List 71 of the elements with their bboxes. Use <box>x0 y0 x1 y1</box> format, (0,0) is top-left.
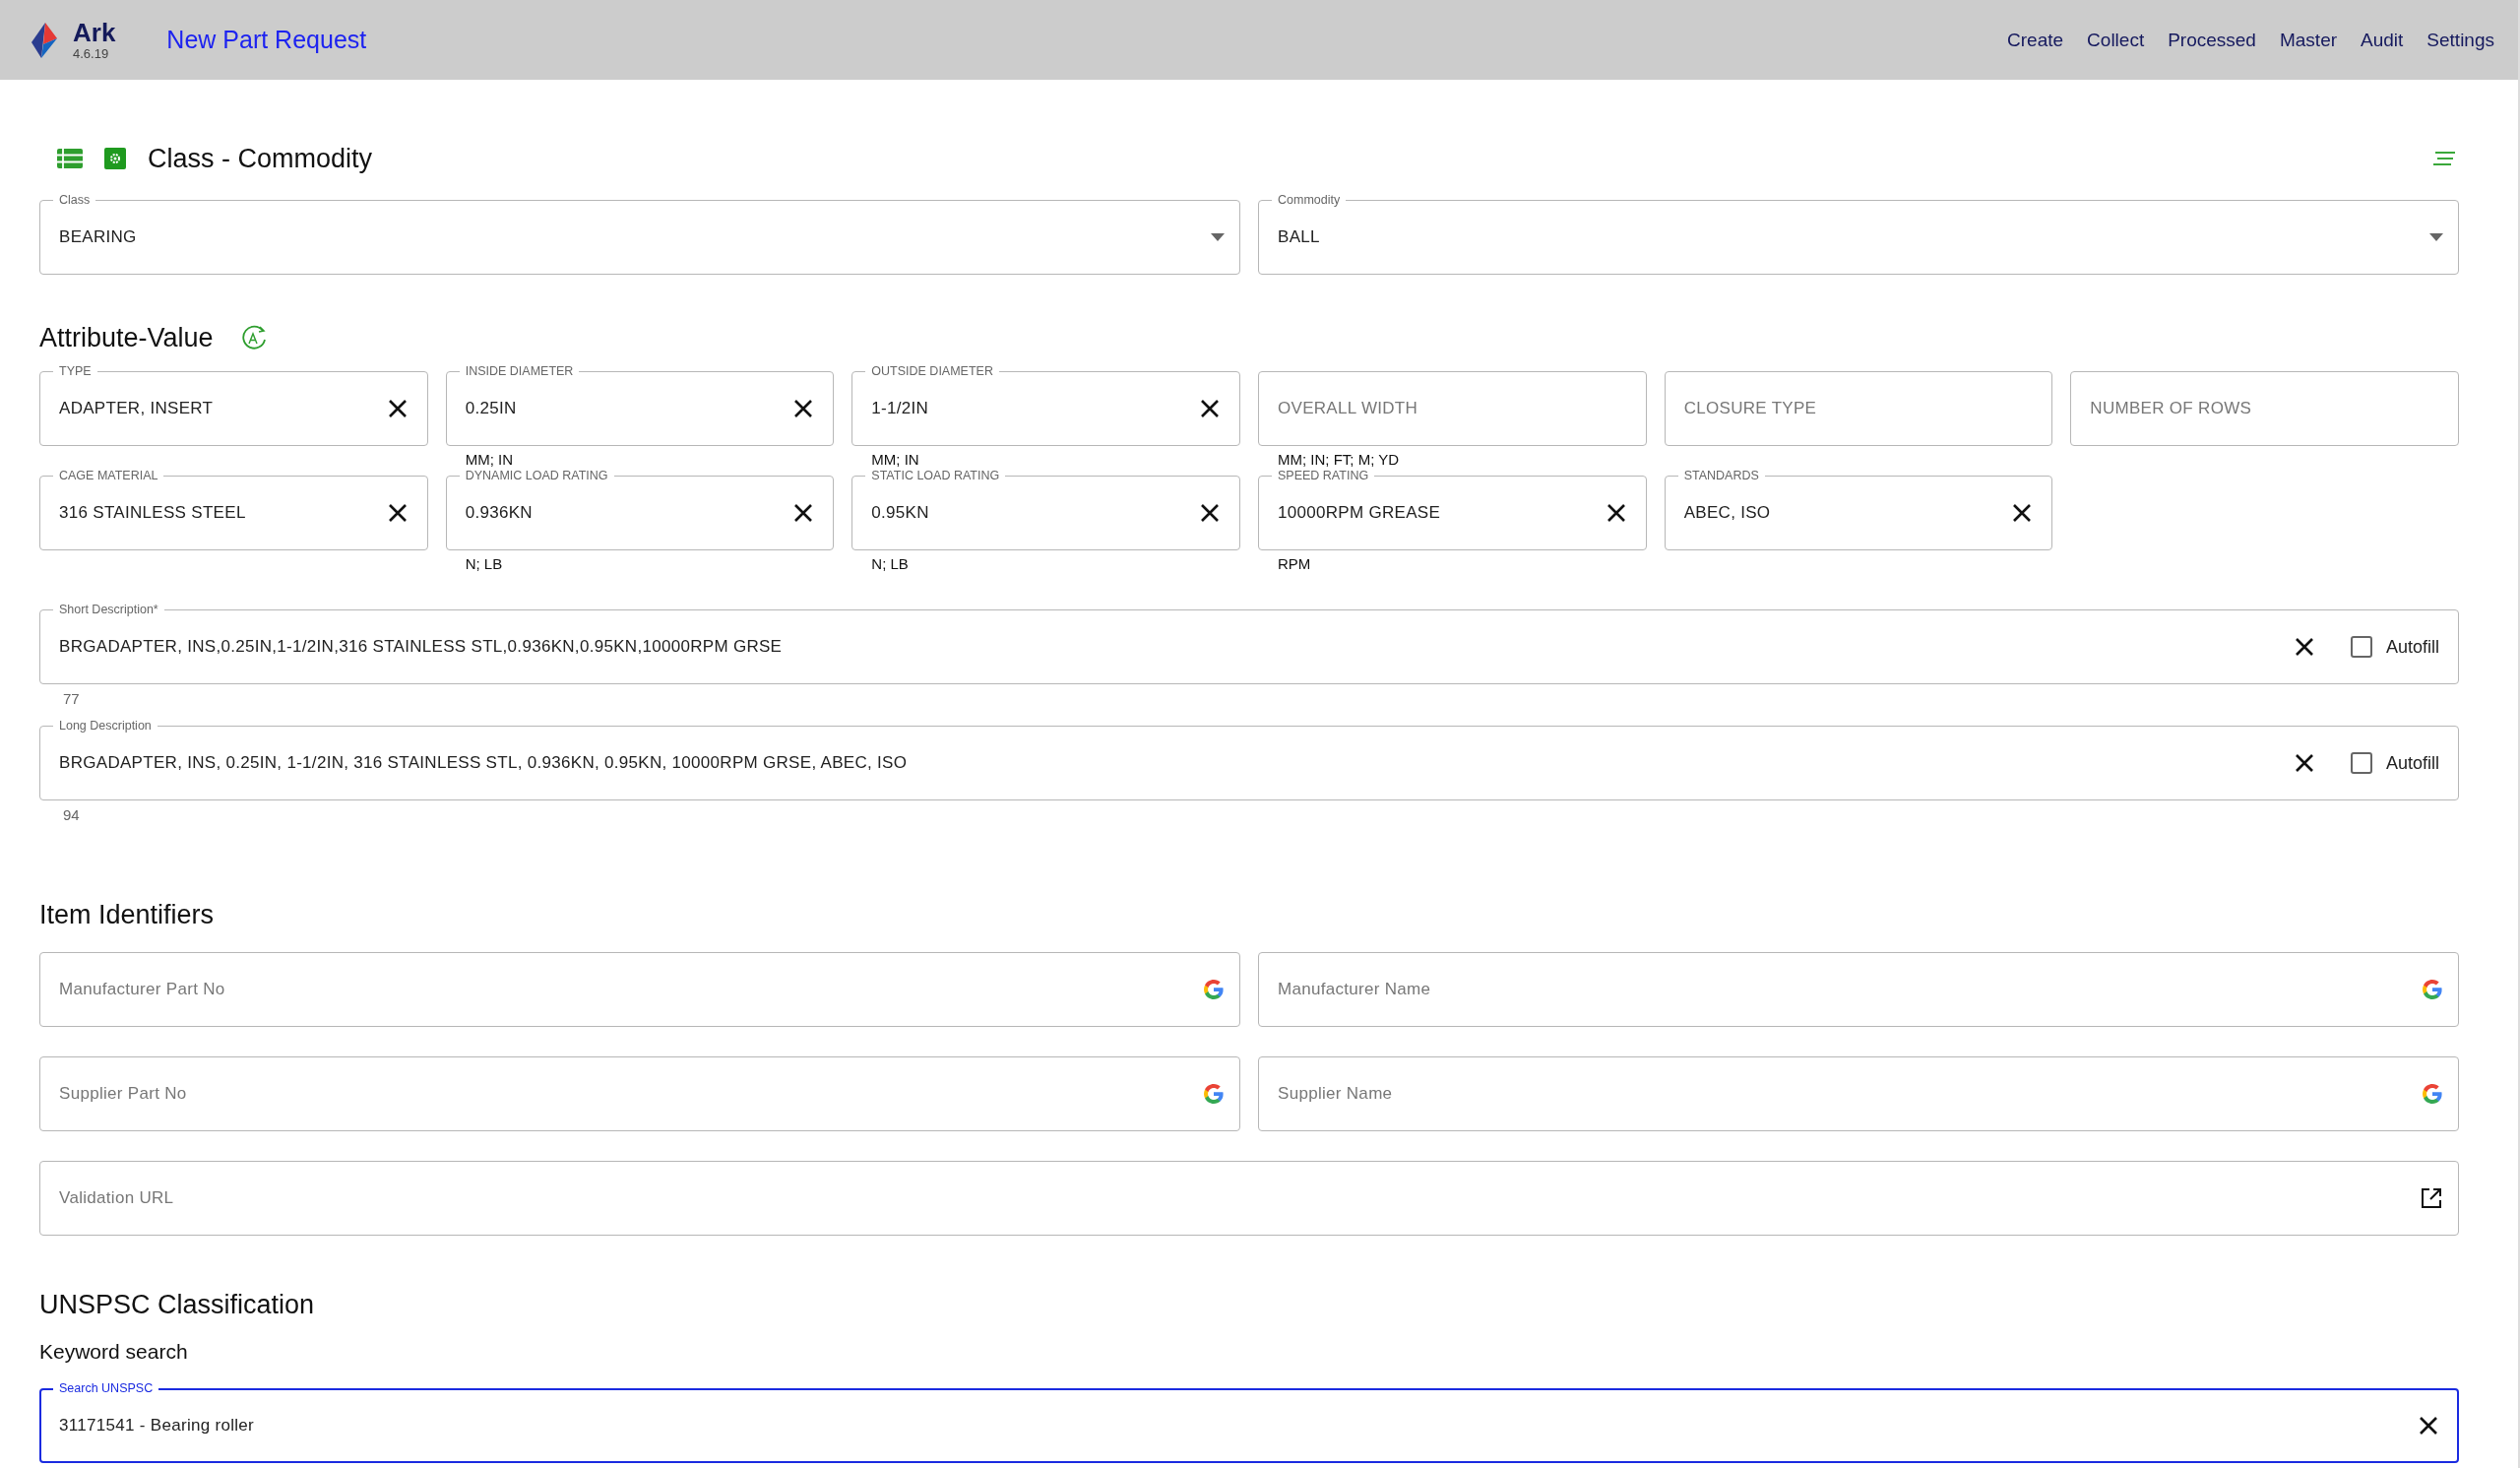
app-name: Ark <box>73 20 116 45</box>
unit-hint: MM; IN; FT; M; YD <box>1278 451 1400 468</box>
dropdown-arrow-icon[interactable] <box>1211 233 1225 241</box>
google-g-icon[interactable] <box>2422 1083 2443 1105</box>
section-title: Item Identifiers <box>39 899 215 930</box>
close-icon[interactable] <box>1605 502 1627 524</box>
input-field[interactable]: NUMBER OF ROWS <box>2070 362 2459 446</box>
section-title: Class - Commodity <box>148 143 373 174</box>
google-g-icon[interactable] <box>1203 1083 1225 1105</box>
input-field[interactable]: Commodity BALL <box>1258 191 2459 275</box>
checkbox[interactable] <box>2350 752 2372 774</box>
input-field[interactable]: DYNAMIC LOAD RATING 0.936KN <box>445 467 835 550</box>
external-link-icon[interactable] <box>2420 1186 2443 1210</box>
input-field[interactable]: Supplier Part No <box>39 1048 1240 1131</box>
app-version: 4.6.19 <box>73 47 110 60</box>
nav-link[interactable]: Create <box>2007 25 2064 55</box>
unit-hint: RPM <box>1278 555 1311 572</box>
input-field[interactable]: Long Description BRGADAPTER, INS, 0.25IN, 1-1/2IN, 316 STAINLESS STL, 0.936KN, 0.95KN, 10000RPM GRSE, ABEC, ISO Autofill <box>39 717 2459 800</box>
google-g-icon[interactable] <box>2422 979 2443 1000</box>
unit-hint: N; LB <box>871 555 909 572</box>
close-icon[interactable] <box>386 398 409 419</box>
autofill-checkbox[interactable]: Autofill <box>2346 748 2443 778</box>
field-label: Long Description <box>53 718 158 734</box>
input-field[interactable]: Supplier Name <box>1258 1048 2459 1131</box>
checkbox[interactable] <box>2350 636 2372 658</box>
close-icon[interactable] <box>792 398 815 419</box>
unit-hint: MM; IN <box>465 451 513 468</box>
close-icon[interactable] <box>1199 502 1221 524</box>
settings-icon[interactable] <box>104 148 126 169</box>
input-field[interactable]: INSIDE DIAMETER 0.25IN <box>445 362 835 446</box>
input-field[interactable]: Validation URL <box>39 1152 2459 1236</box>
menu-icon[interactable] <box>2433 152 2455 165</box>
input-field[interactable]: SPEED RATING 10000RPM GREASE <box>1258 467 1647 550</box>
google-g-icon[interactable] <box>1203 979 1225 1000</box>
input-field[interactable]: STANDARDS ABEC, ISO <box>1664 467 2053 550</box>
input-field[interactable]: CLOSURE TYPE <box>1664 362 2053 446</box>
section-title: UNSPSC Classification <box>39 1289 315 1320</box>
field-label: Commodity <box>1272 192 1347 208</box>
input-field[interactable]: TYPE ADAPTER, INSERT <box>39 362 428 446</box>
close-icon[interactable] <box>2293 752 2315 774</box>
input-field[interactable]: OUTSIDE DIAMETER 1-1/2IN <box>851 362 1240 446</box>
input-field[interactable]: OVERALL WIDTH <box>1258 362 1647 446</box>
input-field[interactable]: STATIC LOAD RATING 0.95KN <box>851 467 1240 550</box>
close-icon[interactable] <box>792 502 815 524</box>
close-icon[interactable] <box>386 502 409 524</box>
section-title: Attribute-Value <box>39 322 214 353</box>
unit-hint: MM; IN <box>871 451 919 468</box>
subsection-title: Keyword search <box>39 1340 189 1364</box>
close-icon[interactable] <box>2418 1415 2439 1436</box>
close-icon[interactable] <box>2011 502 2034 524</box>
input-field[interactable]: Manufacturer Part No <box>39 943 1240 1027</box>
nav-link[interactable]: Collect <box>2087 25 2145 55</box>
input-field[interactable]: Manufacturer Name <box>1258 943 2459 1027</box>
input-field[interactable]: CAGE MATERIAL 316 STAINLESS STEEL <box>39 467 428 550</box>
field-label: Short Description* <box>53 602 164 617</box>
input-field[interactable]: Short Description* BRGADAPTER, INS,0.25IN,1-1/2IN,316 STAINLESS STL,0.936KN,0.95KN,10000RPM GRSE Autofill <box>39 601 2459 684</box>
unit-hint: N; LB <box>465 555 503 572</box>
input-field[interactable]: Class BEARING <box>39 191 1240 275</box>
nav-link[interactable]: Processed <box>2168 25 2256 55</box>
input-field[interactable]: Search UNSPSC 31171541 - Bearing roller <box>39 1379 2459 1463</box>
page-title: New Part Request <box>166 26 367 54</box>
nav-link[interactable]: Audit <box>2361 25 2404 55</box>
close-icon[interactable] <box>1199 398 1221 419</box>
character-count: 77 <box>63 690 80 707</box>
autofill-checkbox[interactable]: Autofill <box>2346 632 2443 662</box>
nav-link[interactable]: Settings <box>2426 25 2494 55</box>
dropdown-arrow-icon[interactable] <box>2429 233 2443 241</box>
nav-link[interactable]: Master <box>2279 25 2338 55</box>
close-icon[interactable] <box>2293 636 2315 658</box>
table-icon[interactable] <box>57 149 83 168</box>
character-count: 94 <box>63 806 80 823</box>
